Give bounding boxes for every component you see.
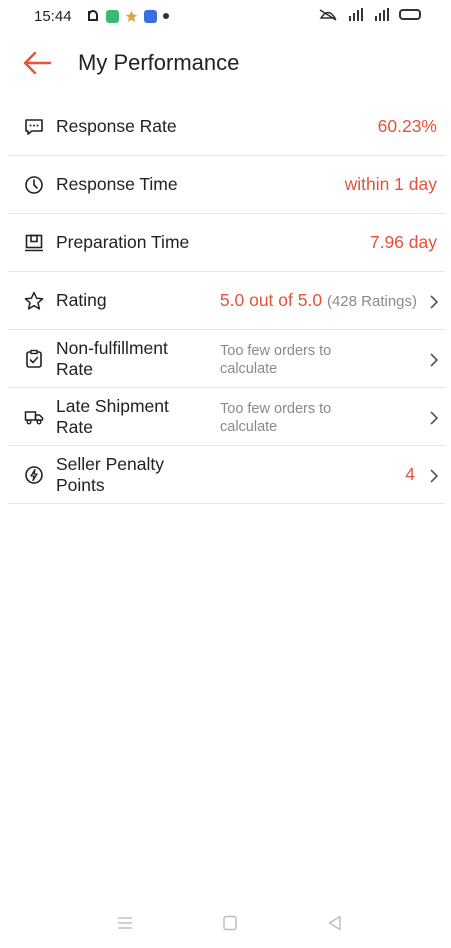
chevron-right-icon	[430, 411, 439, 425]
performance-list: Response Rate 60.23% Response Time withi…	[8, 98, 445, 504]
non-fulfillment-label: Non-fulfillment Rate	[56, 338, 168, 380]
star-icon	[24, 291, 44, 310]
penalty-points-row[interactable]: Seller Penalty Points 4	[8, 446, 445, 504]
late-shipment-label-line1: Late Shipment	[56, 396, 169, 416]
truck-icon	[24, 411, 44, 425]
non-fulfillment-label-line1: Non-fulfillment	[56, 338, 168, 358]
app-notification-icon	[106, 9, 119, 23]
arrow-left-icon	[23, 51, 52, 75]
non-fulfillment-row[interactable]: Non-fulfillment Rate Too few orders to c…	[8, 330, 445, 388]
response-time-label: Response Time	[56, 174, 178, 194]
rating-value-group: 5.0 out of 5.0 (428 Ratings)	[220, 290, 417, 311]
rating-value: 5.0 out of 5.0	[219, 290, 323, 310]
rating-count: (428 Ratings)	[326, 293, 417, 310]
rating-row[interactable]: Rating 5.0 out of 5.0 (428 Ratings)	[8, 272, 445, 330]
back-button[interactable]	[22, 50, 52, 76]
app-bar: My Performance	[0, 40, 451, 88]
signal-icon	[375, 8, 389, 21]
response-rate-value: 60.23%	[377, 116, 437, 136]
response-time-value: within 1 day	[344, 174, 437, 194]
non-fulfillment-note-line1: Too few orders to	[220, 343, 332, 359]
response-time-row: Response Time within 1 day	[8, 156, 445, 214]
system-nav-bar	[0, 900, 451, 948]
preparation-time-label: Preparation Time	[56, 232, 190, 252]
lightning-circle-icon	[25, 466, 43, 484]
late-shipment-label-line2: Rate	[56, 417, 93, 437]
late-shipment-row[interactable]: Late Shipment Rate Too few orders to cal…	[8, 388, 445, 446]
chevron-right-icon	[430, 353, 439, 367]
home-square-icon[interactable]	[221, 914, 239, 932]
more-notifications-icon	[163, 13, 169, 19]
system-icons	[317, 8, 421, 21]
late-shipment-note-line2: calculate	[220, 419, 278, 435]
chevron-right-icon	[430, 295, 439, 309]
response-rate-row: Response Rate 60.23%	[8, 98, 445, 156]
mute-icon	[319, 8, 337, 21]
response-rate-label: Response Rate	[56, 116, 177, 136]
preparation-time-row: Preparation Time 7.96 day	[8, 214, 445, 272]
penalty-points-label-line2: Points	[56, 475, 105, 495]
star-notification-icon	[125, 10, 138, 22]
late-shipment-label: Late Shipment Rate	[56, 396, 169, 438]
chevron-right-icon	[430, 469, 439, 483]
penalty-points-label: Seller Penalty Points	[56, 454, 164, 496]
penalty-points-label-line1: Seller Penalty	[56, 454, 164, 474]
late-shipment-note-line1: Too few orders to	[220, 401, 332, 417]
back-triangle-icon[interactable]	[326, 914, 344, 932]
battery-icon	[399, 9, 421, 20]
package-icon	[25, 234, 43, 252]
signal-4g-icon	[349, 8, 363, 21]
non-fulfillment-note: Too few orders to calculate	[220, 342, 380, 378]
app-notification-icon	[144, 9, 157, 23]
late-shipment-note: Too few orders to calculate	[220, 400, 380, 436]
notification-icons	[86, 9, 169, 23]
app-notification-icon	[88, 10, 98, 21]
penalty-points-value: 4	[405, 464, 415, 484]
status-time: 15:44	[34, 8, 72, 25]
status-bar: 15:44	[0, 0, 451, 34]
non-fulfillment-label-line2: Rate	[56, 359, 93, 379]
clipboard-check-icon	[26, 349, 42, 368]
clock-icon	[25, 176, 43, 194]
non-fulfillment-note-line2: calculate	[220, 361, 278, 377]
menu-icon[interactable]	[116, 914, 134, 932]
preparation-time-value: 7.96 day	[369, 232, 437, 252]
page-title: My Performance	[78, 50, 240, 75]
chat-bubble-icon	[25, 119, 43, 135]
rating-label: Rating	[56, 290, 107, 310]
